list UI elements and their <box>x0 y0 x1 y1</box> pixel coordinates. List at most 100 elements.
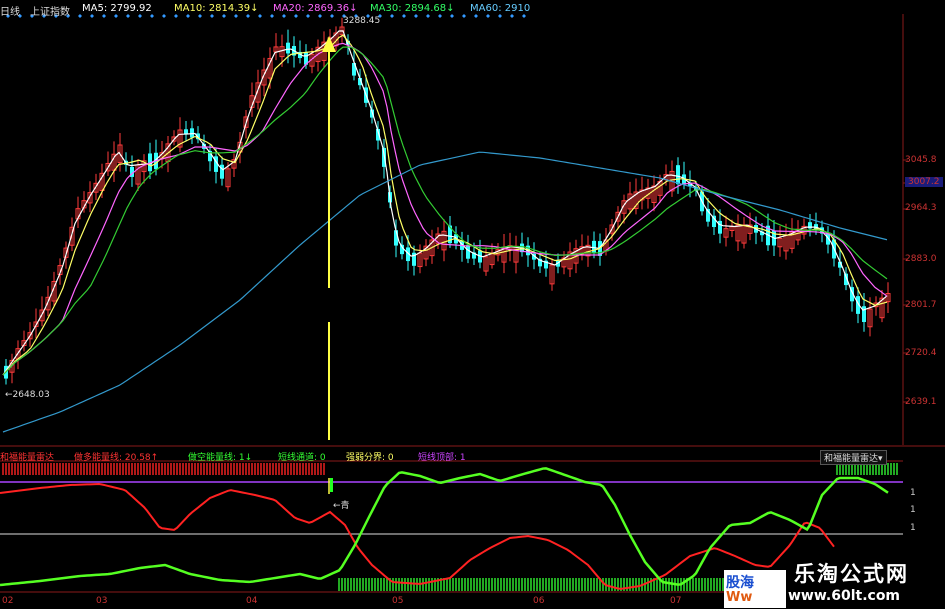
long-bar <box>188 463 190 475</box>
marker-diamond <box>78 14 82 18</box>
price-tick: 2720.4 <box>905 348 937 358</box>
marker-diamond <box>390 14 394 18</box>
short-bar <box>692 578 694 591</box>
ma10-line <box>2 34 888 376</box>
long-bar <box>137 463 139 475</box>
short-bar <box>647 578 649 591</box>
long-bar <box>77 463 79 475</box>
marker-diamond <box>258 14 262 18</box>
long-bar <box>311 463 313 475</box>
long-bar <box>209 463 211 475</box>
long-bar <box>116 463 118 475</box>
short-bar <box>539 578 541 591</box>
ma20-legend: MA20: 2869.36↓ <box>273 3 358 14</box>
short-bar <box>374 578 376 591</box>
long-bar <box>227 463 229 475</box>
short-bar <box>560 578 562 591</box>
long-bar <box>260 463 262 475</box>
high-annotation: 3288.45 <box>343 16 381 26</box>
long-bar <box>173 463 175 475</box>
price-tick: 3045.8 <box>905 155 937 165</box>
indicator-tick: 1 <box>910 523 916 533</box>
short-bar <box>488 578 490 591</box>
marker-diamond <box>162 14 166 18</box>
short-bar <box>386 578 388 591</box>
short-bar <box>716 578 718 591</box>
short-energy-legend: 做空能量线: 1↓ <box>188 453 253 463</box>
indicator-name[interactable]: 和福能量雷达 <box>0 450 54 463</box>
short-bar <box>356 578 358 591</box>
long-bar <box>95 463 97 475</box>
short-bar <box>482 578 484 591</box>
short-bar <box>515 578 517 591</box>
short-energy-line <box>0 467 889 587</box>
indicator-tick: 1 <box>910 505 916 515</box>
short-bar <box>554 578 556 591</box>
indicator-selector[interactable]: 和福能量雷达▾ <box>820 450 887 465</box>
long-bar <box>23 463 25 475</box>
long-bar <box>32 463 34 475</box>
x-tick: 04 <box>246 596 258 606</box>
short-bar <box>584 578 586 591</box>
marker-diamond <box>426 14 430 18</box>
short-bar <box>452 578 454 591</box>
long-bar <box>254 463 256 475</box>
short-bar <box>596 578 598 591</box>
short-bar <box>398 578 400 591</box>
short-bar <box>431 578 433 591</box>
short-bar <box>572 578 574 591</box>
short-bar <box>392 578 394 591</box>
long-bar <box>143 463 145 475</box>
long-bar <box>296 463 298 475</box>
long-bar <box>26 463 28 475</box>
long-bar <box>41 463 43 475</box>
marker-diamond <box>210 14 214 18</box>
long-bar <box>158 463 160 475</box>
short-bar <box>491 578 493 591</box>
short-bar <box>569 578 571 591</box>
short-bar <box>629 578 631 591</box>
marker-diamond <box>510 14 514 18</box>
short-bar <box>485 578 487 591</box>
long-bar <box>83 463 85 475</box>
short-bar <box>575 578 577 591</box>
short-bar <box>593 578 595 591</box>
short-bar <box>890 463 892 475</box>
long-bar <box>263 463 265 475</box>
short-bar <box>449 578 451 591</box>
short-bar <box>446 578 448 591</box>
x-tick: 03 <box>96 596 108 606</box>
long-bar <box>284 463 286 475</box>
marker-diamond <box>462 14 466 18</box>
candle-body <box>466 245 470 259</box>
stock-chart[interactable] <box>0 0 945 609</box>
long-bar <box>287 463 289 475</box>
price-tick: 2964.3 <box>905 203 937 213</box>
short-bar <box>536 578 538 591</box>
index-name: 上证指数 <box>30 7 70 18</box>
low-annotation: ←2648.03 <box>5 390 50 400</box>
strength-divider-legend: 强弱分界: 0 <box>346 453 394 463</box>
short-bar <box>455 578 457 591</box>
long-bar <box>317 463 319 475</box>
marker-diamond <box>282 14 286 18</box>
short-top-legend: 短线顶部: 1 <box>418 453 466 463</box>
period-label[interactable]: 日线 <box>0 3 20 18</box>
short-bar <box>608 578 610 591</box>
short-bar <box>497 578 499 591</box>
long-bar <box>47 463 49 475</box>
long-bar <box>293 463 295 475</box>
long-bar <box>281 463 283 475</box>
long-bar <box>140 463 142 475</box>
short-bar <box>542 578 544 591</box>
x-tick: 06 <box>533 596 545 606</box>
long-bar <box>314 463 316 475</box>
long-bar <box>155 463 157 475</box>
ma5-legend: MA5: 2799.92 <box>82 3 152 14</box>
long-bar <box>272 463 274 475</box>
long-bar <box>161 463 163 475</box>
long-bar <box>53 463 55 475</box>
long-bar <box>305 463 307 475</box>
short-bar <box>410 578 412 591</box>
short-bar <box>707 578 709 591</box>
